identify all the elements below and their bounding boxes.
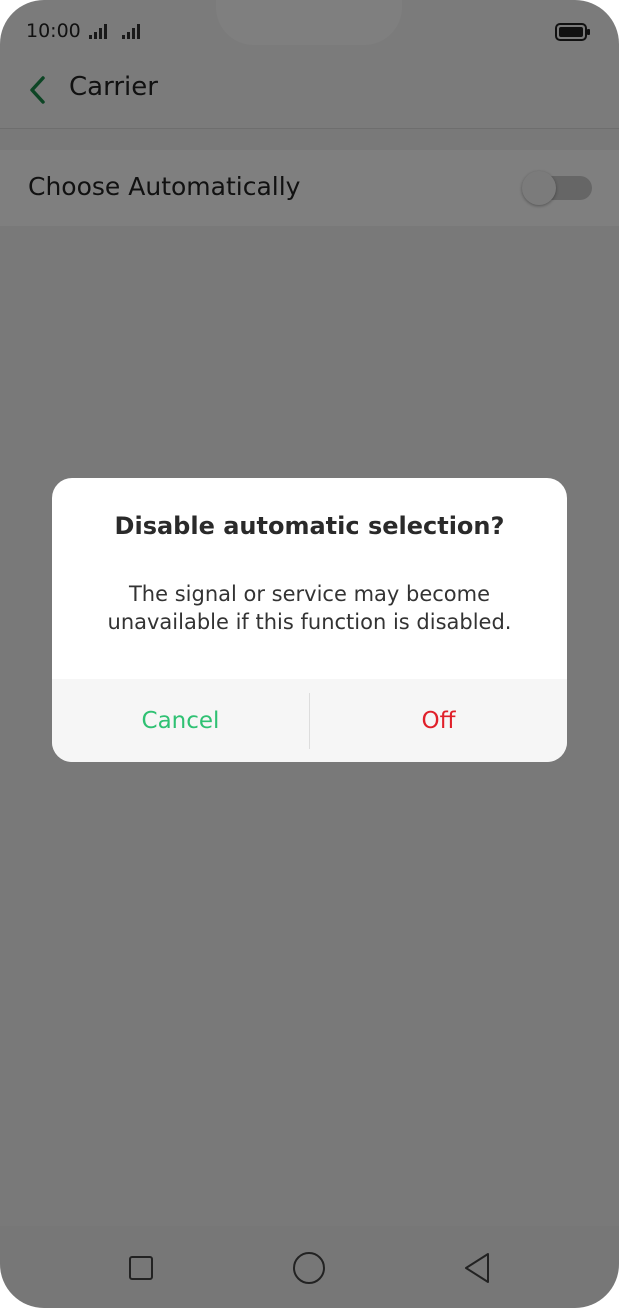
disable-selection-dialog: Disable automatic selection? The signal … [52,478,567,762]
phone-screen: 10:00 Carrier Choose Automatically [0,0,619,1308]
dialog-actions: Cancel Off [52,679,567,762]
dialog-title: Disable automatic selection? [114,512,505,540]
off-button[interactable]: Off [310,679,567,762]
dialog-message: The signal or service may become unavail… [107,582,512,634]
cancel-button[interactable]: Cancel [52,679,309,762]
